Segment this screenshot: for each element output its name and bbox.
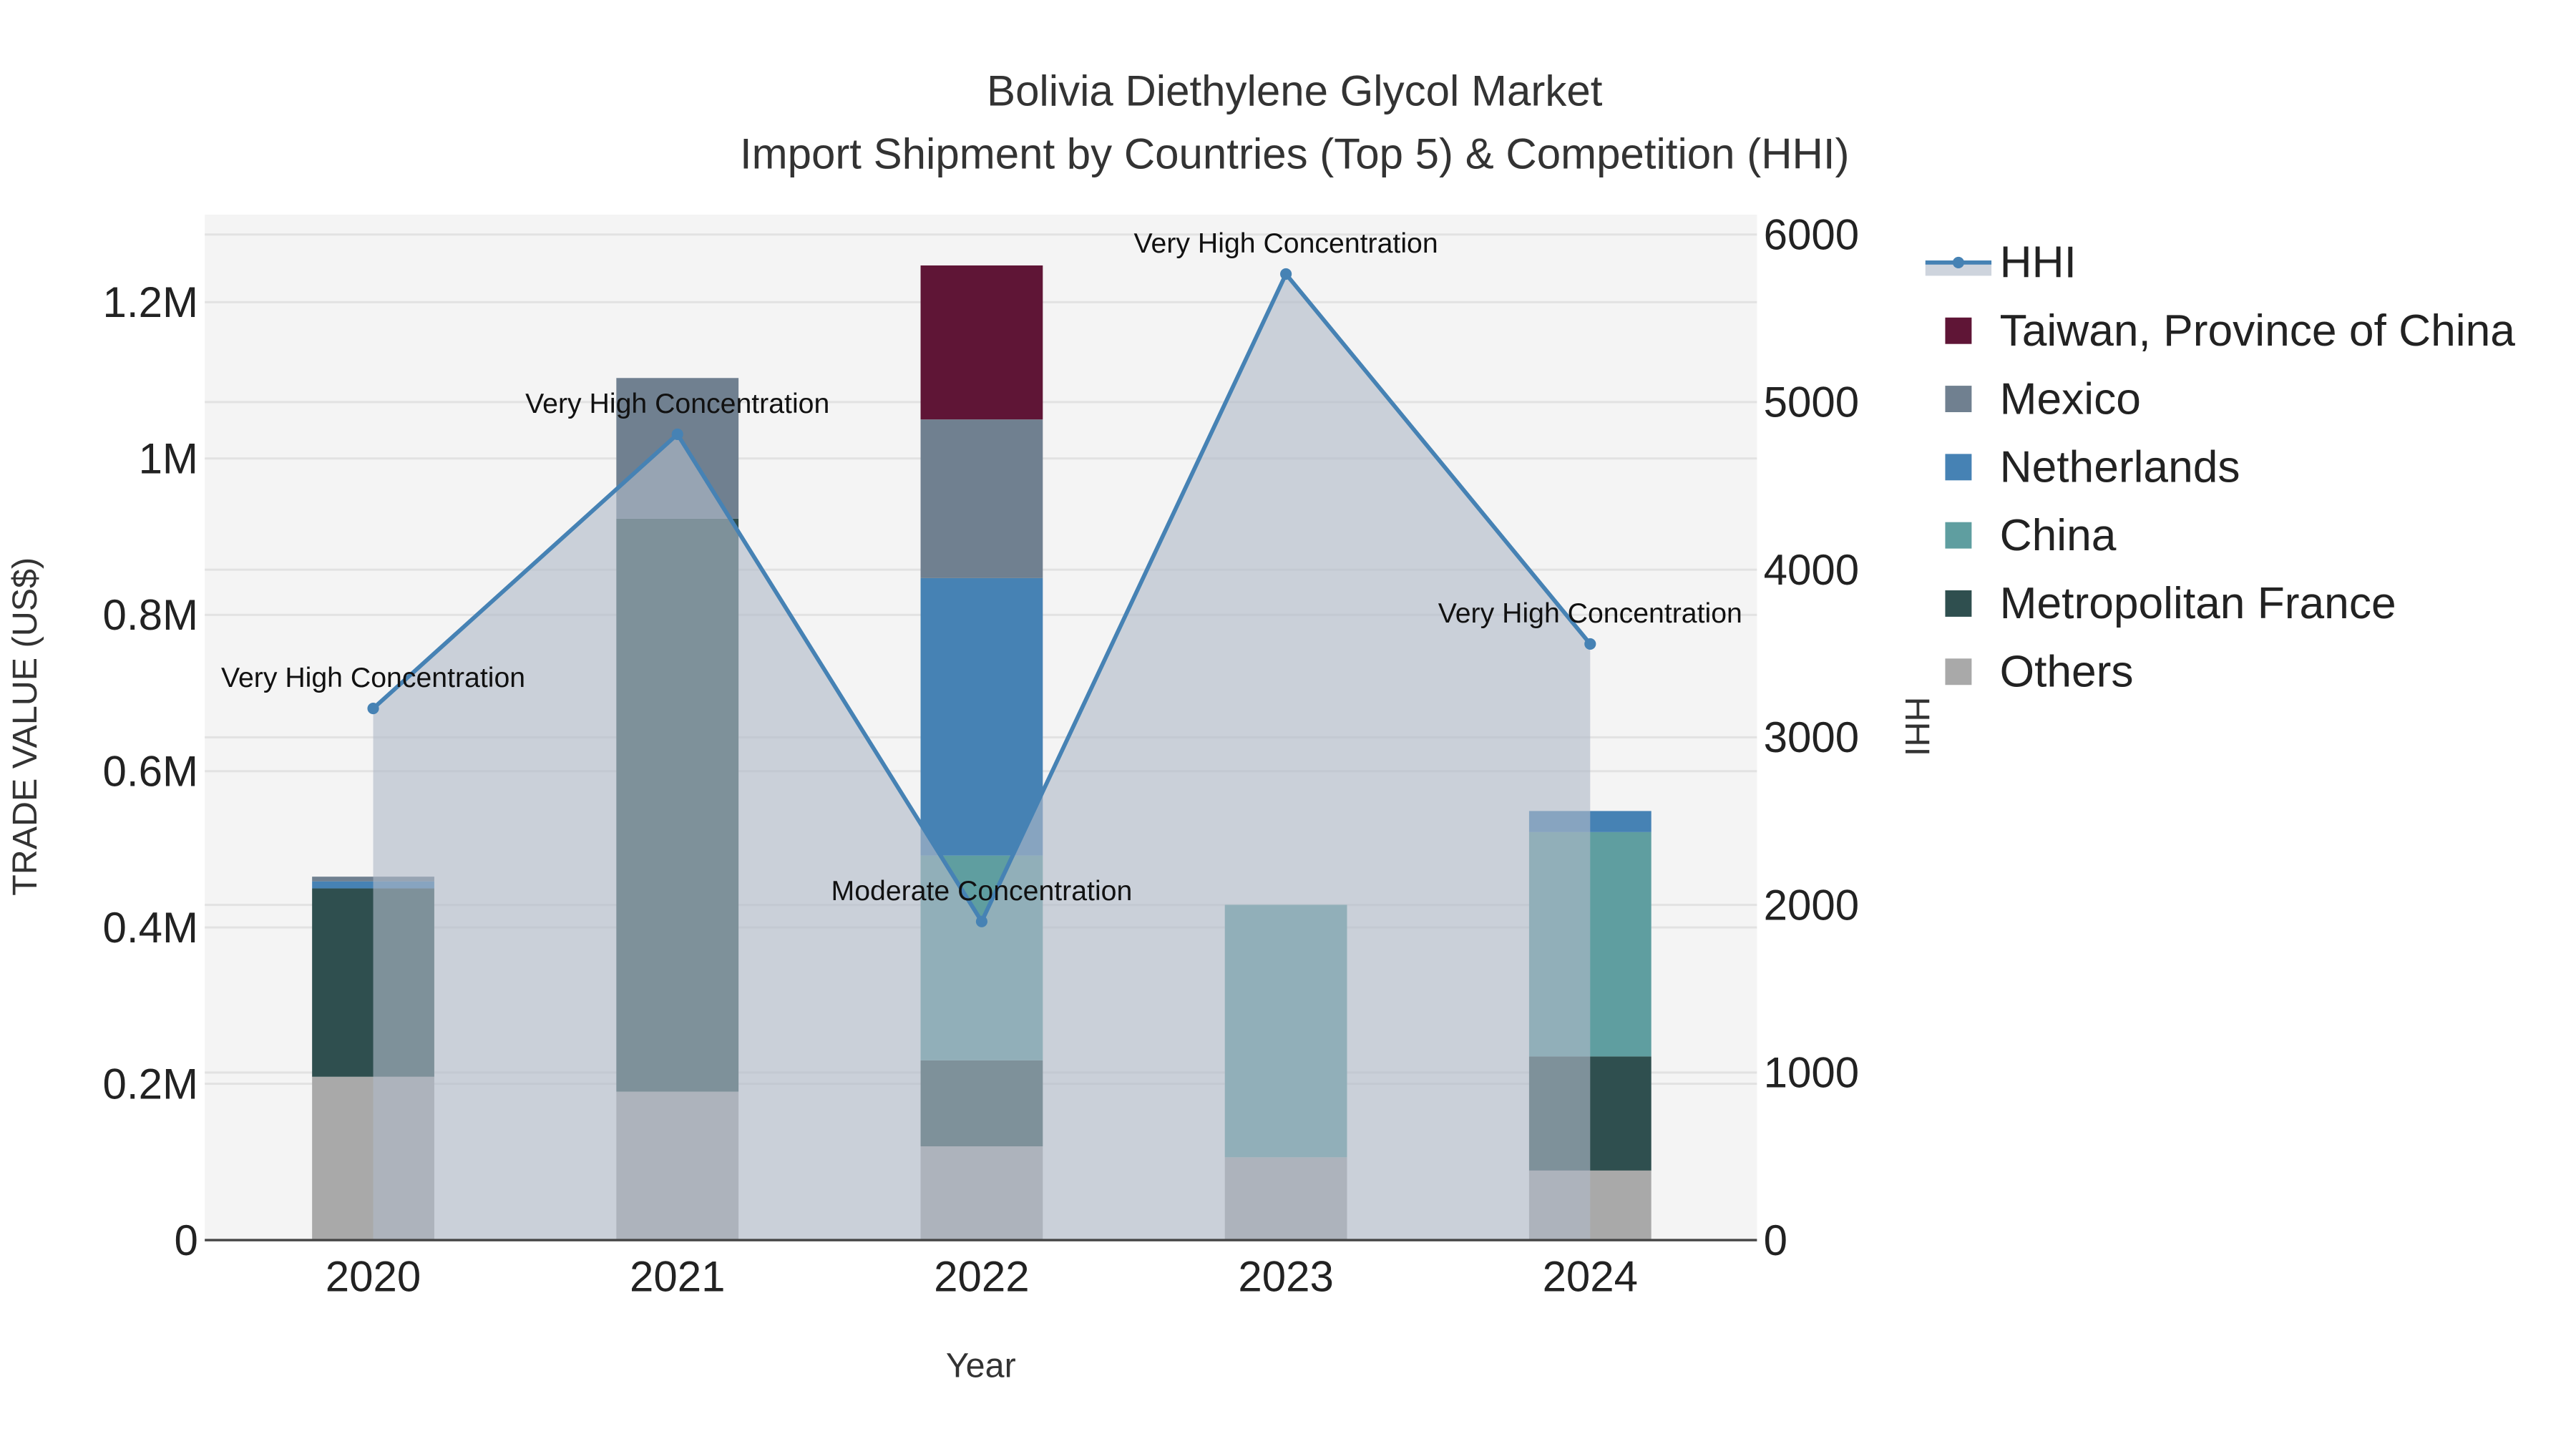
hhi-annotation: Very High Concentration — [221, 662, 525, 693]
legend-swatch — [1945, 522, 1972, 549]
legend-swatch — [1945, 454, 1972, 481]
chart: 0 0.2M 0.4M 0.6M 0.8M 1M 1.2M 0 1000 2000 3000 4000… — [6, 67, 2516, 1385]
bar-mexico-2022 — [920, 419, 1043, 578]
legend-label: Metropolitan France — [2000, 579, 2396, 628]
hhi-point-2023 — [1280, 268, 1292, 280]
legend-label: Netherlands — [2000, 443, 2240, 492]
y-tick-label: 1M — [139, 435, 198, 483]
y2-tick-label: 0 — [1764, 1216, 1787, 1264]
y-tick-label: 0 — [175, 1216, 198, 1264]
hhi-annotation: Very High Concentration — [525, 388, 829, 419]
y2-axis-label: HHI — [1898, 697, 1936, 756]
hhi-point-2022 — [975, 915, 987, 927]
x-axis-label: Year — [946, 1347, 1016, 1385]
y2-tick-label: 6000 — [1764, 210, 1859, 258]
y2-tick-label: 2000 — [1764, 881, 1859, 929]
legend-hhi-marker-icon — [1952, 256, 1964, 268]
y-tick-label: 1.2M — [103, 278, 198, 326]
chart-subtitle: Import Shipment by Countries (Top 5) & C… — [740, 130, 1850, 177]
bar-netherlands-2022 — [920, 577, 1043, 856]
legend-swatch — [1945, 590, 1972, 617]
x-tick-label: 2020 — [326, 1253, 421, 1301]
legend-swatch — [1945, 386, 1972, 412]
bar-taiwan-province-of-china-2022 — [920, 265, 1043, 420]
hhi-annotation: Moderate Concentration — [831, 875, 1133, 907]
hhi-point-2020 — [367, 703, 379, 715]
hhi-point-2021 — [671, 428, 683, 440]
y2-tick-label: 5000 — [1764, 379, 1859, 426]
y-tick-label: 0.8M — [103, 591, 198, 639]
x-tick-label: 2022 — [934, 1253, 1029, 1301]
y-tick-label: 0.4M — [103, 904, 198, 952]
legend-label: Others — [2000, 648, 2134, 697]
legend-label: HHI — [2000, 238, 2077, 288]
legend-label: Taiwan, Province of China — [2000, 306, 2516, 356]
y2-tick-label: 4000 — [1764, 546, 1859, 594]
y-tick-label: 0.6M — [103, 747, 198, 795]
y2-tick-label: 1000 — [1764, 1049, 1859, 1097]
hhi-annotation: Very High Concentration — [1438, 597, 1742, 629]
legend-label: Mexico — [2000, 374, 2141, 424]
legend-label: China — [2000, 511, 2117, 560]
legend-swatch — [1945, 658, 1972, 686]
y-tick-label: 0.2M — [103, 1060, 198, 1108]
x-tick-label: 2021 — [630, 1253, 725, 1301]
hhi-point-2024 — [1584, 638, 1596, 650]
legend: HHI Taiwan, Province of China Mexico Nether… — [1925, 238, 2516, 697]
y2-tick-label: 3000 — [1764, 713, 1859, 761]
y-axis-label: TRADE VALUE (US$) — [6, 557, 44, 896]
x-tick-label: 2024 — [1543, 1253, 1638, 1301]
x-tick-label: 2023 — [1238, 1253, 1333, 1301]
legend-swatch — [1945, 317, 1972, 344]
chart-title: Bolivia Diethylene Glycol Market — [987, 67, 1603, 115]
hhi-annotation: Very High Concentration — [1134, 228, 1438, 259]
